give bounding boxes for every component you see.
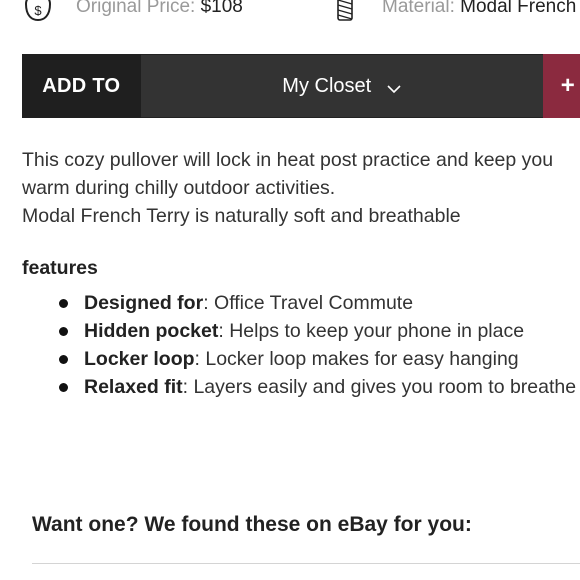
features-list: Designed for: Office Travel Commute Hidd…	[22, 289, 580, 401]
feature-item: Relaxed fit: Layers easily and gives you…	[22, 373, 580, 401]
product-meta-row: $ Original Price: $108 Material: Modal F…	[22, 0, 580, 22]
description-paragraph: This cozy pullover will lock in heat pos…	[22, 149, 554, 199]
product-detail-page: $ Original Price: $108 Material: Modal F…	[0, 0, 580, 580]
description-paragraph: Modal French Terry is naturally soft and…	[22, 205, 461, 227]
feature-item: Locker loop: Locker loop makes for easy …	[22, 345, 580, 373]
add-to-button[interactable]: ADD TO	[22, 54, 141, 118]
feature-item: Designed for: Office Travel Commute	[22, 289, 580, 317]
feature-name: Locker loop	[84, 348, 195, 370]
bullet-icon	[59, 299, 68, 308]
bullet-icon	[59, 327, 68, 336]
price-value: $108	[200, 0, 243, 17]
svg-text:$: $	[34, 3, 42, 18]
features-heading: features	[22, 257, 98, 279]
price-label: Original Price:	[76, 0, 196, 17]
feature-name: Designed for	[84, 292, 204, 314]
feature-text: : Layers easily and gives you room to br…	[182, 376, 577, 398]
bullet-icon	[59, 383, 68, 392]
material-label: Material:	[382, 0, 455, 17]
material: Material: Modal French T	[328, 0, 580, 22]
fabric-spool-icon	[328, 0, 360, 22]
closet-select[interactable]: My Closet	[140, 54, 543, 118]
feature-name: Hidden pocket	[84, 320, 219, 342]
feature-text: : Office Travel Commute	[203, 292, 414, 314]
feature-item: Hidden pocket: Helps to keep your phone …	[22, 317, 580, 345]
ebay-section-heading: Want one? We found these on eBay for you…	[32, 513, 472, 536]
add-to-closet-bar: ADD TO My Closet +	[22, 54, 580, 118]
dollar-bag-icon: $	[22, 0, 54, 22]
original-price: $ Original Price: $108	[22, 0, 243, 22]
closet-select-value: My Closet	[282, 74, 372, 97]
divider	[32, 563, 580, 564]
feature-text: : Locker loop makes for easy hanging	[194, 348, 519, 370]
add-button[interactable]: +	[542, 54, 580, 118]
chevron-down-icon	[387, 79, 401, 94]
feature-name: Relaxed fit	[84, 376, 183, 398]
feature-text: : Helps to keep your phone in place	[218, 320, 525, 342]
material-value: Modal French T	[460, 0, 580, 17]
product-description: This cozy pullover will lock in heat pos…	[22, 146, 580, 230]
bullet-icon	[59, 355, 68, 364]
